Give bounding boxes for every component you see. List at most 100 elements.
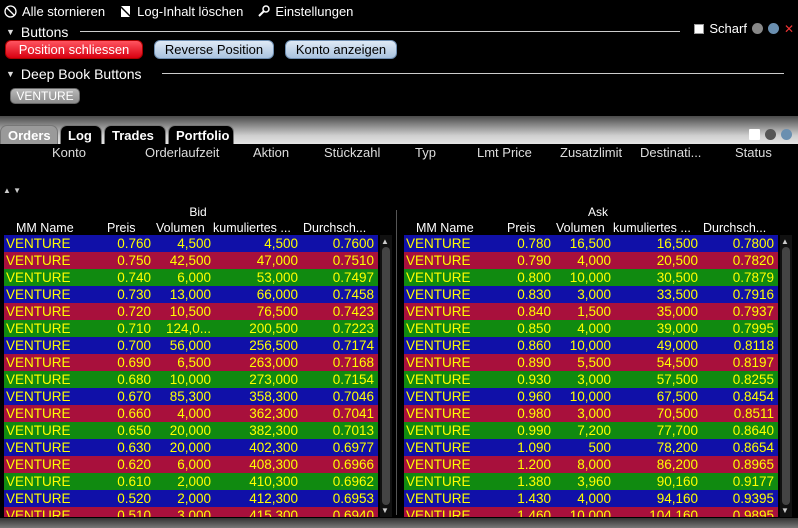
book-cell: 0.650 [117, 423, 151, 438]
book-cell: 1.430 [517, 491, 551, 506]
book-row[interactable]: VENTURE 1.430 4,000 94,160 0.9395 [404, 490, 778, 507]
column-header[interactable]: Volumen [156, 221, 205, 235]
ask-scrollbar[interactable]: ▲ ▼ [780, 235, 792, 517]
settings-button[interactable]: Einstellungen [257, 4, 353, 19]
book-row[interactable]: VENTURE 1.090 500 78,200 0.8654 [404, 439, 778, 456]
help-icon[interactable] [781, 129, 792, 140]
bid-scrollbar[interactable]: ▲ ▼ [380, 235, 392, 517]
book-row[interactable]: VENTURE 0.780 16,500 16,500 0.7800 [404, 235, 778, 252]
book-cell: 200,500 [249, 321, 298, 336]
book-row[interactable]: VENTURE 0.930 3,000 57,500 0.8255 [404, 371, 778, 388]
column-header[interactable]: Aktion [253, 145, 289, 160]
column-header[interactable]: MM Name [416, 221, 474, 235]
column-header[interactable]: Preis [507, 221, 535, 235]
book-cell: 0.7154 [332, 372, 374, 387]
column-header[interactable]: MM Name [16, 221, 74, 235]
book-cell: 35,000 [656, 304, 698, 319]
close-position-button[interactable]: Position schliessen [5, 40, 143, 59]
clear-log-button[interactable]: Log-Inhalt löschen [119, 4, 243, 19]
book-row[interactable]: VENTURE 0.690 6,500 263,000 0.7168 [4, 354, 378, 371]
book-row[interactable]: VENTURE 0.790 4,000 20,500 0.7820 [404, 252, 778, 269]
book-cell: VENTURE [406, 440, 471, 455]
column-header[interactable]: Durchsch... [703, 221, 766, 235]
panel-resize-arrows[interactable]: ▲ ▼ [3, 186, 21, 195]
column-header[interactable]: Stückzahl [324, 145, 380, 160]
column-header[interactable]: Preis [107, 221, 135, 235]
book-row[interactable]: VENTURE 1.460 10,000 104,160 0.9895 [404, 507, 778, 517]
column-header[interactable]: Status [735, 145, 772, 160]
scharf-checkbox[interactable] [694, 23, 705, 34]
book-row[interactable]: VENTURE 0.740 6,000 53,000 0.7497 [4, 269, 378, 286]
book-row[interactable]: VENTURE 0.700 56,000 256,500 0.7174 [4, 337, 378, 354]
tab-portfolio[interactable]: Portfolio [168, 125, 234, 144]
book-cell: 0.6962 [332, 474, 374, 489]
book-row[interactable]: VENTURE 0.720 10,500 76,500 0.7423 [4, 303, 378, 320]
cancel-all-button[interactable]: Alle stornieren [4, 4, 105, 19]
column-header[interactable]: Durchsch... [303, 221, 366, 235]
column-header[interactable]: Typ [415, 145, 436, 160]
book-row[interactable]: VENTURE 0.670 85,300 358,300 0.7046 [4, 388, 378, 405]
scroll-up-icon[interactable]: ▲ [381, 237, 389, 246]
tab-trades[interactable]: Trades [104, 125, 166, 144]
book-row[interactable]: VENTURE 1.200 8,000 86,200 0.8965 [404, 456, 778, 473]
book-row[interactable]: VENTURE 0.730 13,000 66,000 0.7458 [4, 286, 378, 303]
book-row[interactable]: VENTURE 0.990 7,200 77,700 0.8640 [404, 422, 778, 439]
buttons-section-header[interactable]: ▼ Buttons [6, 24, 68, 40]
book-row[interactable]: VENTURE 0.840 1,500 35,000 0.7937 [404, 303, 778, 320]
tab-log[interactable]: Log [60, 125, 102, 144]
book-row[interactable]: VENTURE 0.860 10,000 49,000 0.8118 [404, 337, 778, 354]
tab-orders[interactable]: Orders [0, 125, 58, 144]
book-row[interactable]: VENTURE 0.760 4,500 4,500 0.7600 [4, 235, 378, 252]
book-row[interactable]: VENTURE 0.710 124,0... 200,500 0.7223 [4, 320, 378, 337]
book-row[interactable]: VENTURE 0.630 20,000 402,300 0.6977 [4, 439, 378, 456]
book-row[interactable]: VENTURE 0.750 42,500 47,000 0.7510 [4, 252, 378, 269]
column-header[interactable]: Destinati... [640, 145, 701, 160]
deep-book-section-header[interactable]: ▼ Deep Book Buttons [6, 66, 142, 82]
book-row[interactable]: VENTURE 0.850 4,000 39,000 0.7995 [404, 320, 778, 337]
reverse-position-button[interactable]: Reverse Position [154, 40, 274, 59]
deep-book-section-title: Deep Book Buttons [20, 66, 142, 82]
clear-log-label: Log-Inhalt löschen [137, 3, 244, 19]
scroll-track[interactable] [782, 247, 790, 505]
collapse-triangle-icon[interactable]: ▼ [6, 27, 15, 37]
column-header[interactable]: Volumen [556, 221, 605, 235]
scroll-track[interactable] [382, 247, 390, 505]
book-divider[interactable] [396, 210, 397, 515]
column-header[interactable]: kumuliertes ... [213, 221, 291, 235]
venture-button[interactable]: VENTURE [10, 88, 80, 104]
book-row[interactable]: VENTURE 0.650 20,000 382,300 0.7013 [4, 422, 378, 439]
column-header[interactable]: Zusatzlimit [560, 145, 622, 160]
tab-icons [749, 129, 792, 140]
collapse-triangle-icon[interactable]: ▼ [6, 69, 15, 79]
column-header[interactable]: Lmt Price [477, 145, 532, 160]
book-row[interactable]: VENTURE 0.510 3,000 415,300 0.6940 [4, 507, 378, 517]
column-header[interactable]: kumuliertes ... [613, 221, 691, 235]
scroll-up-icon[interactable]: ▲ [781, 237, 789, 246]
book-row[interactable]: VENTURE 0.960 10,000 67,500 0.8454 [404, 388, 778, 405]
book-cell: 0.690 [117, 355, 151, 370]
scroll-down-icon[interactable]: ▼ [381, 506, 389, 515]
close-icon[interactable]: ✕ [784, 22, 794, 36]
book-cell: 0.9395 [732, 491, 774, 506]
edit-icon[interactable] [751, 23, 763, 34]
book-row[interactable]: VENTURE 0.660 4,000 362,300 0.7041 [4, 405, 378, 422]
column-header[interactable]: Konto [52, 145, 86, 160]
scroll-down-icon[interactable]: ▼ [781, 506, 789, 515]
book-row[interactable]: VENTURE 0.520 2,000 412,300 0.6953 [4, 490, 378, 507]
book-cell: 104,160 [649, 508, 698, 517]
book-cell: VENTURE [406, 389, 471, 404]
book-row[interactable]: VENTURE 0.680 10,000 273,000 0.7154 [4, 371, 378, 388]
clear-icon[interactable] [749, 129, 760, 140]
book-row[interactable]: VENTURE 0.830 3,000 33,500 0.7916 [404, 286, 778, 303]
edit-icon[interactable] [765, 129, 776, 140]
book-row[interactable]: VENTURE 0.800 10,000 30,500 0.7879 [404, 269, 778, 286]
book-row[interactable]: VENTURE 0.620 6,000 408,300 0.6966 [4, 456, 378, 473]
book-row[interactable]: VENTURE 0.980 3,000 70,500 0.8511 [404, 405, 778, 422]
book-row[interactable]: VENTURE 0.890 5,500 54,500 0.8197 [404, 354, 778, 371]
column-header[interactable]: Orderlaufzeit [145, 145, 219, 160]
help-icon[interactable] [767, 23, 779, 34]
show-account-button[interactable]: Konto anzeigen [285, 40, 397, 59]
book-row[interactable]: VENTURE 0.610 2,000 410,300 0.6962 [4, 473, 378, 490]
book-row[interactable]: VENTURE 1.380 3,960 90,160 0.9177 [404, 473, 778, 490]
book-cell: 3,000 [577, 372, 611, 387]
